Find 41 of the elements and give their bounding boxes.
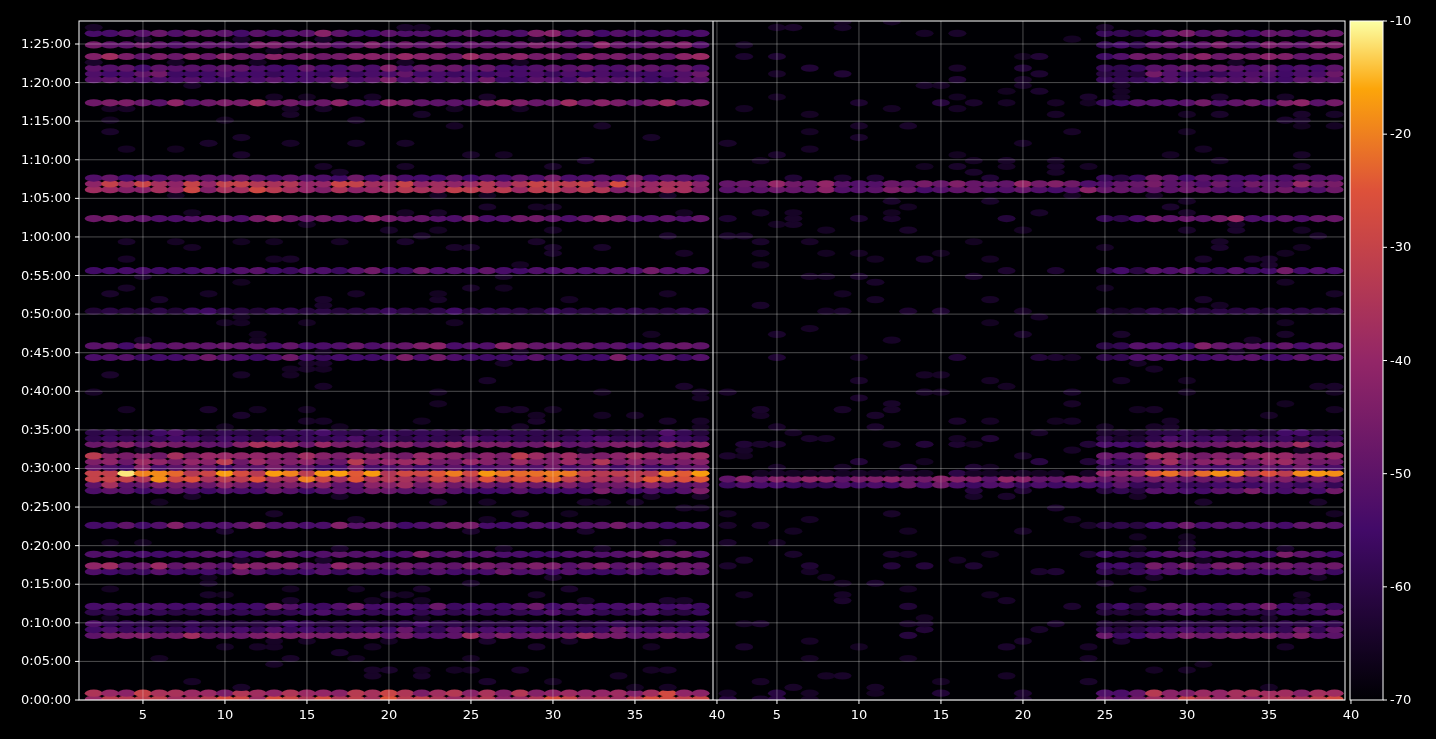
- x-tick-label: 25: [462, 707, 480, 722]
- colorbar-tick-label: -30: [1390, 239, 1412, 255]
- y-tick-label: 1:00:00: [20, 228, 71, 244]
- y-tick-label: 1:05:00: [20, 190, 71, 206]
- x-tick-label: 20: [380, 707, 398, 722]
- colorbar-tick-label: -70: [1390, 692, 1412, 707]
- x-tick-label: 40: [708, 707, 726, 722]
- x-tick-label: 40: [1342, 707, 1360, 722]
- y-tick-label: 1:15:00: [20, 113, 71, 129]
- colorbar-tick-label: -40: [1390, 352, 1412, 368]
- x-tick-label: 30: [544, 707, 562, 722]
- x-tick-label: 15: [932, 707, 950, 722]
- y-tick-label: 1:20:00: [20, 74, 71, 90]
- x-tick-label: 10: [216, 707, 234, 722]
- y-tick-label: 0:10:00: [20, 614, 71, 630]
- x-tick-label: 10: [850, 707, 868, 722]
- x-tick-label: 5: [772, 707, 782, 722]
- x-tick-label: 30: [1178, 707, 1196, 722]
- x-tick-label: 35: [626, 707, 644, 722]
- colorbar-tick-label: -50: [1390, 465, 1412, 481]
- colorbar-tick-label: -20: [1390, 126, 1412, 142]
- y-tick-label: 0:15:00: [20, 576, 71, 592]
- y-tick-label: 0:20:00: [20, 537, 71, 553]
- y-tick-label: 1:25:00: [20, 36, 71, 51]
- y-tick-label: 0:25:00: [20, 499, 71, 515]
- y-tick-label: 0:40:00: [20, 383, 71, 399]
- y-tick-label: 1:10:00: [20, 151, 71, 167]
- x-tick-label: 25: [1096, 707, 1114, 722]
- y-tick-label: 0:30:00: [20, 460, 71, 476]
- x-tick-label: 35: [1260, 707, 1278, 722]
- y-tick-label: 0:50:00: [20, 306, 71, 322]
- x-tick-label: 5: [138, 707, 148, 722]
- y-tick-label: 0:45:00: [20, 344, 71, 360]
- x-tick-label: 20: [1014, 707, 1032, 722]
- colorbar-tick-label: -60: [1390, 578, 1412, 594]
- colorbar-tick-label: -10: [1390, 13, 1412, 28]
- x-tick-label: 15: [298, 707, 316, 722]
- y-tick-label: 0:05:00: [20, 653, 71, 669]
- y-tick-label: 0:55:00: [20, 267, 71, 283]
- y-tick-label: 0:35:00: [20, 421, 71, 437]
- y-tick-label: 0:00:00: [20, 692, 71, 707]
